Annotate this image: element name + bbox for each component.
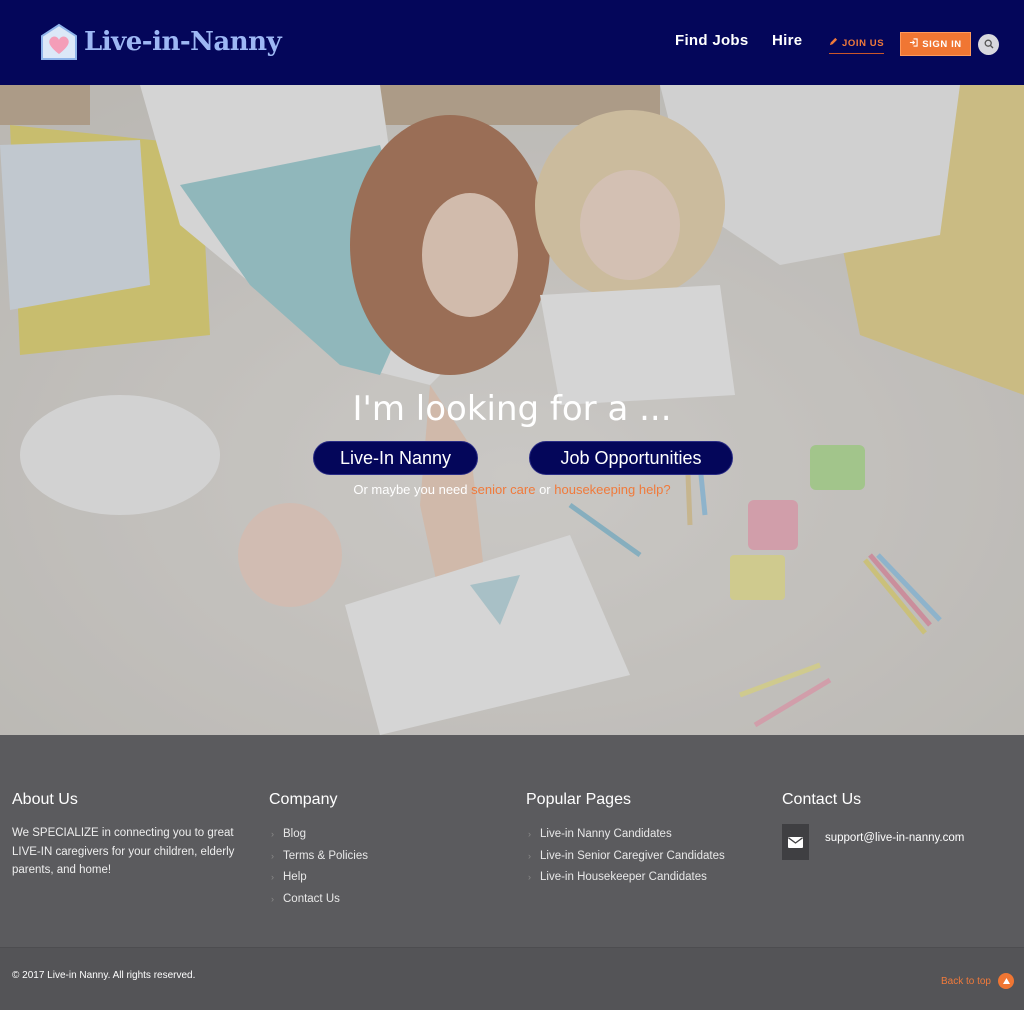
hero-section: I'm looking for a ... Live-In Nanny Job … (0, 85, 1024, 735)
footer-link-terms[interactable]: › Terms & Policies (269, 846, 368, 868)
envelope-icon (782, 824, 809, 860)
copyright-text: © 2017 Live-in Nanny. All rights reserve… (12, 970, 196, 981)
footer-about-text: We SPECIALIZE in connecting you to great… (12, 827, 235, 876)
nav-hire[interactable]: Hire (772, 32, 802, 49)
hero-subtext: Or maybe you need senior care or houseke… (0, 482, 1024, 497)
footer-about-title: About Us (12, 791, 78, 808)
join-us-button[interactable]: JOIN US (829, 37, 885, 54)
footer-contact-title: Contact Us (782, 791, 862, 808)
housekeeping-help-link[interactable]: housekeeping help? (554, 482, 670, 497)
footer-popular-title: Popular Pages (526, 791, 631, 808)
contact-email-link[interactable]: support@live-in-nanny.com (825, 832, 964, 844)
footer-contact: Contact Us support@live-in-nanny.com (782, 791, 964, 860)
footer-about: About Us We SPECIALIZE in connecting you… (12, 791, 237, 880)
footer-link-nanny-candidates[interactable]: › Live-in Nanny Candidates (526, 824, 725, 846)
footer-bottom-bar: © 2017 Live-in Nanny. All rights reserve… (0, 947, 1024, 1010)
contact-email-row: support@live-in-nanny.com (782, 824, 964, 860)
footer-link-help[interactable]: › Help (269, 867, 368, 889)
footer-popular: Popular Pages › Live-in Nanny Candidates … (526, 791, 725, 889)
footer-company-list: › Blog › Terms & Policies › Help › Contact U… (269, 824, 368, 911)
senior-care-link[interactable]: senior care (471, 482, 535, 497)
footer-link-contact[interactable]: › Contact Us (269, 889, 368, 911)
arrow-up-icon (998, 973, 1014, 989)
hero-title: I'm looking for a ... (352, 389, 672, 429)
search-button[interactable] (978, 34, 999, 55)
footer-popular-list: › Live-in Nanny Candidates › Live-in Senio… (526, 824, 725, 889)
sign-in-button[interactable]: SIGN IN (900, 32, 971, 56)
site-logo[interactable]: Live-in-Nanny (40, 22, 282, 62)
back-to-top-link[interactable]: Back to top (941, 973, 1014, 989)
join-us-label: JOIN US (842, 37, 885, 49)
site-footer: About Us We SPECIALIZE in connecting you… (0, 735, 1024, 947)
search-icon (984, 36, 994, 54)
live-in-nanny-button[interactable]: Live-In Nanny (313, 441, 478, 475)
site-header: Live-in-Nanny Find Jobs Hire JOIN US SIG… (0, 0, 1024, 85)
nav-find-jobs[interactable]: Find Jobs (675, 32, 749, 49)
logo-text: Live-in-Nanny (84, 27, 282, 57)
footer-link-housekeeper-candidates[interactable]: › Live-in Housekeeper Candidates (526, 867, 725, 889)
sign-in-icon (909, 38, 918, 50)
footer-company-title: Company (269, 791, 338, 808)
hero-sub-or: or (539, 482, 551, 497)
back-to-top-label: Back to top (940, 975, 991, 987)
footer-link-senior-candidates[interactable]: › Live-in Senior Caregiver Candidates (526, 846, 725, 868)
hero-sub-prefix: Or maybe you need (353, 482, 468, 497)
house-heart-icon (40, 23, 78, 61)
sign-in-label: SIGN IN (922, 38, 962, 50)
footer-link-blog[interactable]: › Blog (269, 824, 368, 846)
pencil-icon (829, 37, 838, 49)
job-opportunities-button[interactable]: Job Opportunities (529, 441, 733, 475)
footer-company: Company › Blog › Terms & Policies › Help › C… (269, 791, 368, 911)
